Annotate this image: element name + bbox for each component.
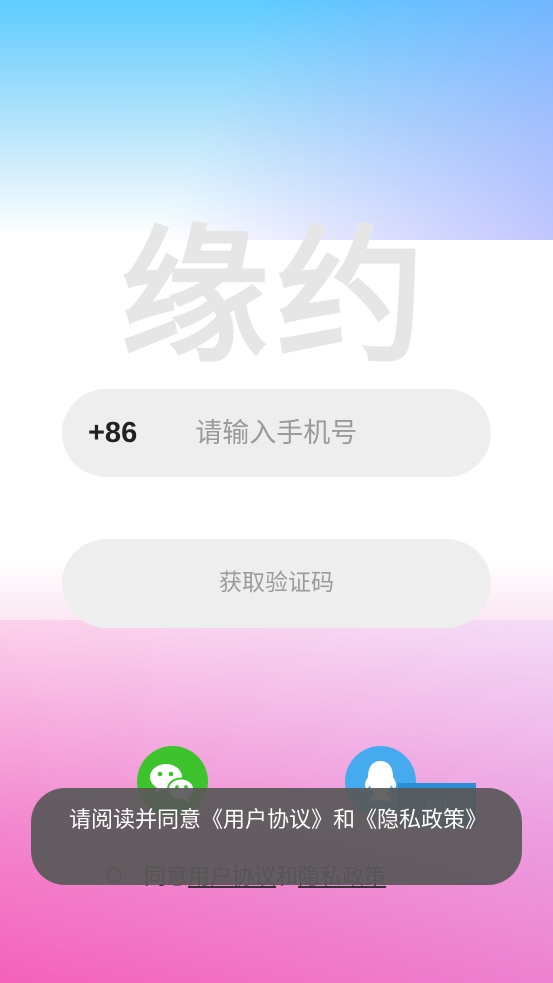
- phone-number-input[interactable]: [195, 417, 538, 449]
- phone-input-row: +86: [62, 389, 538, 477]
- toast-message: 请阅读并同意《用户协议》和《隐私政策》: [31, 788, 522, 885]
- background-top-tint: [0, 0, 553, 240]
- country-code-selector[interactable]: +86: [88, 417, 137, 450]
- app-logo: 缘约: [120, 211, 433, 383]
- get-verification-code-button[interactable]: 获取验证码: [62, 539, 491, 628]
